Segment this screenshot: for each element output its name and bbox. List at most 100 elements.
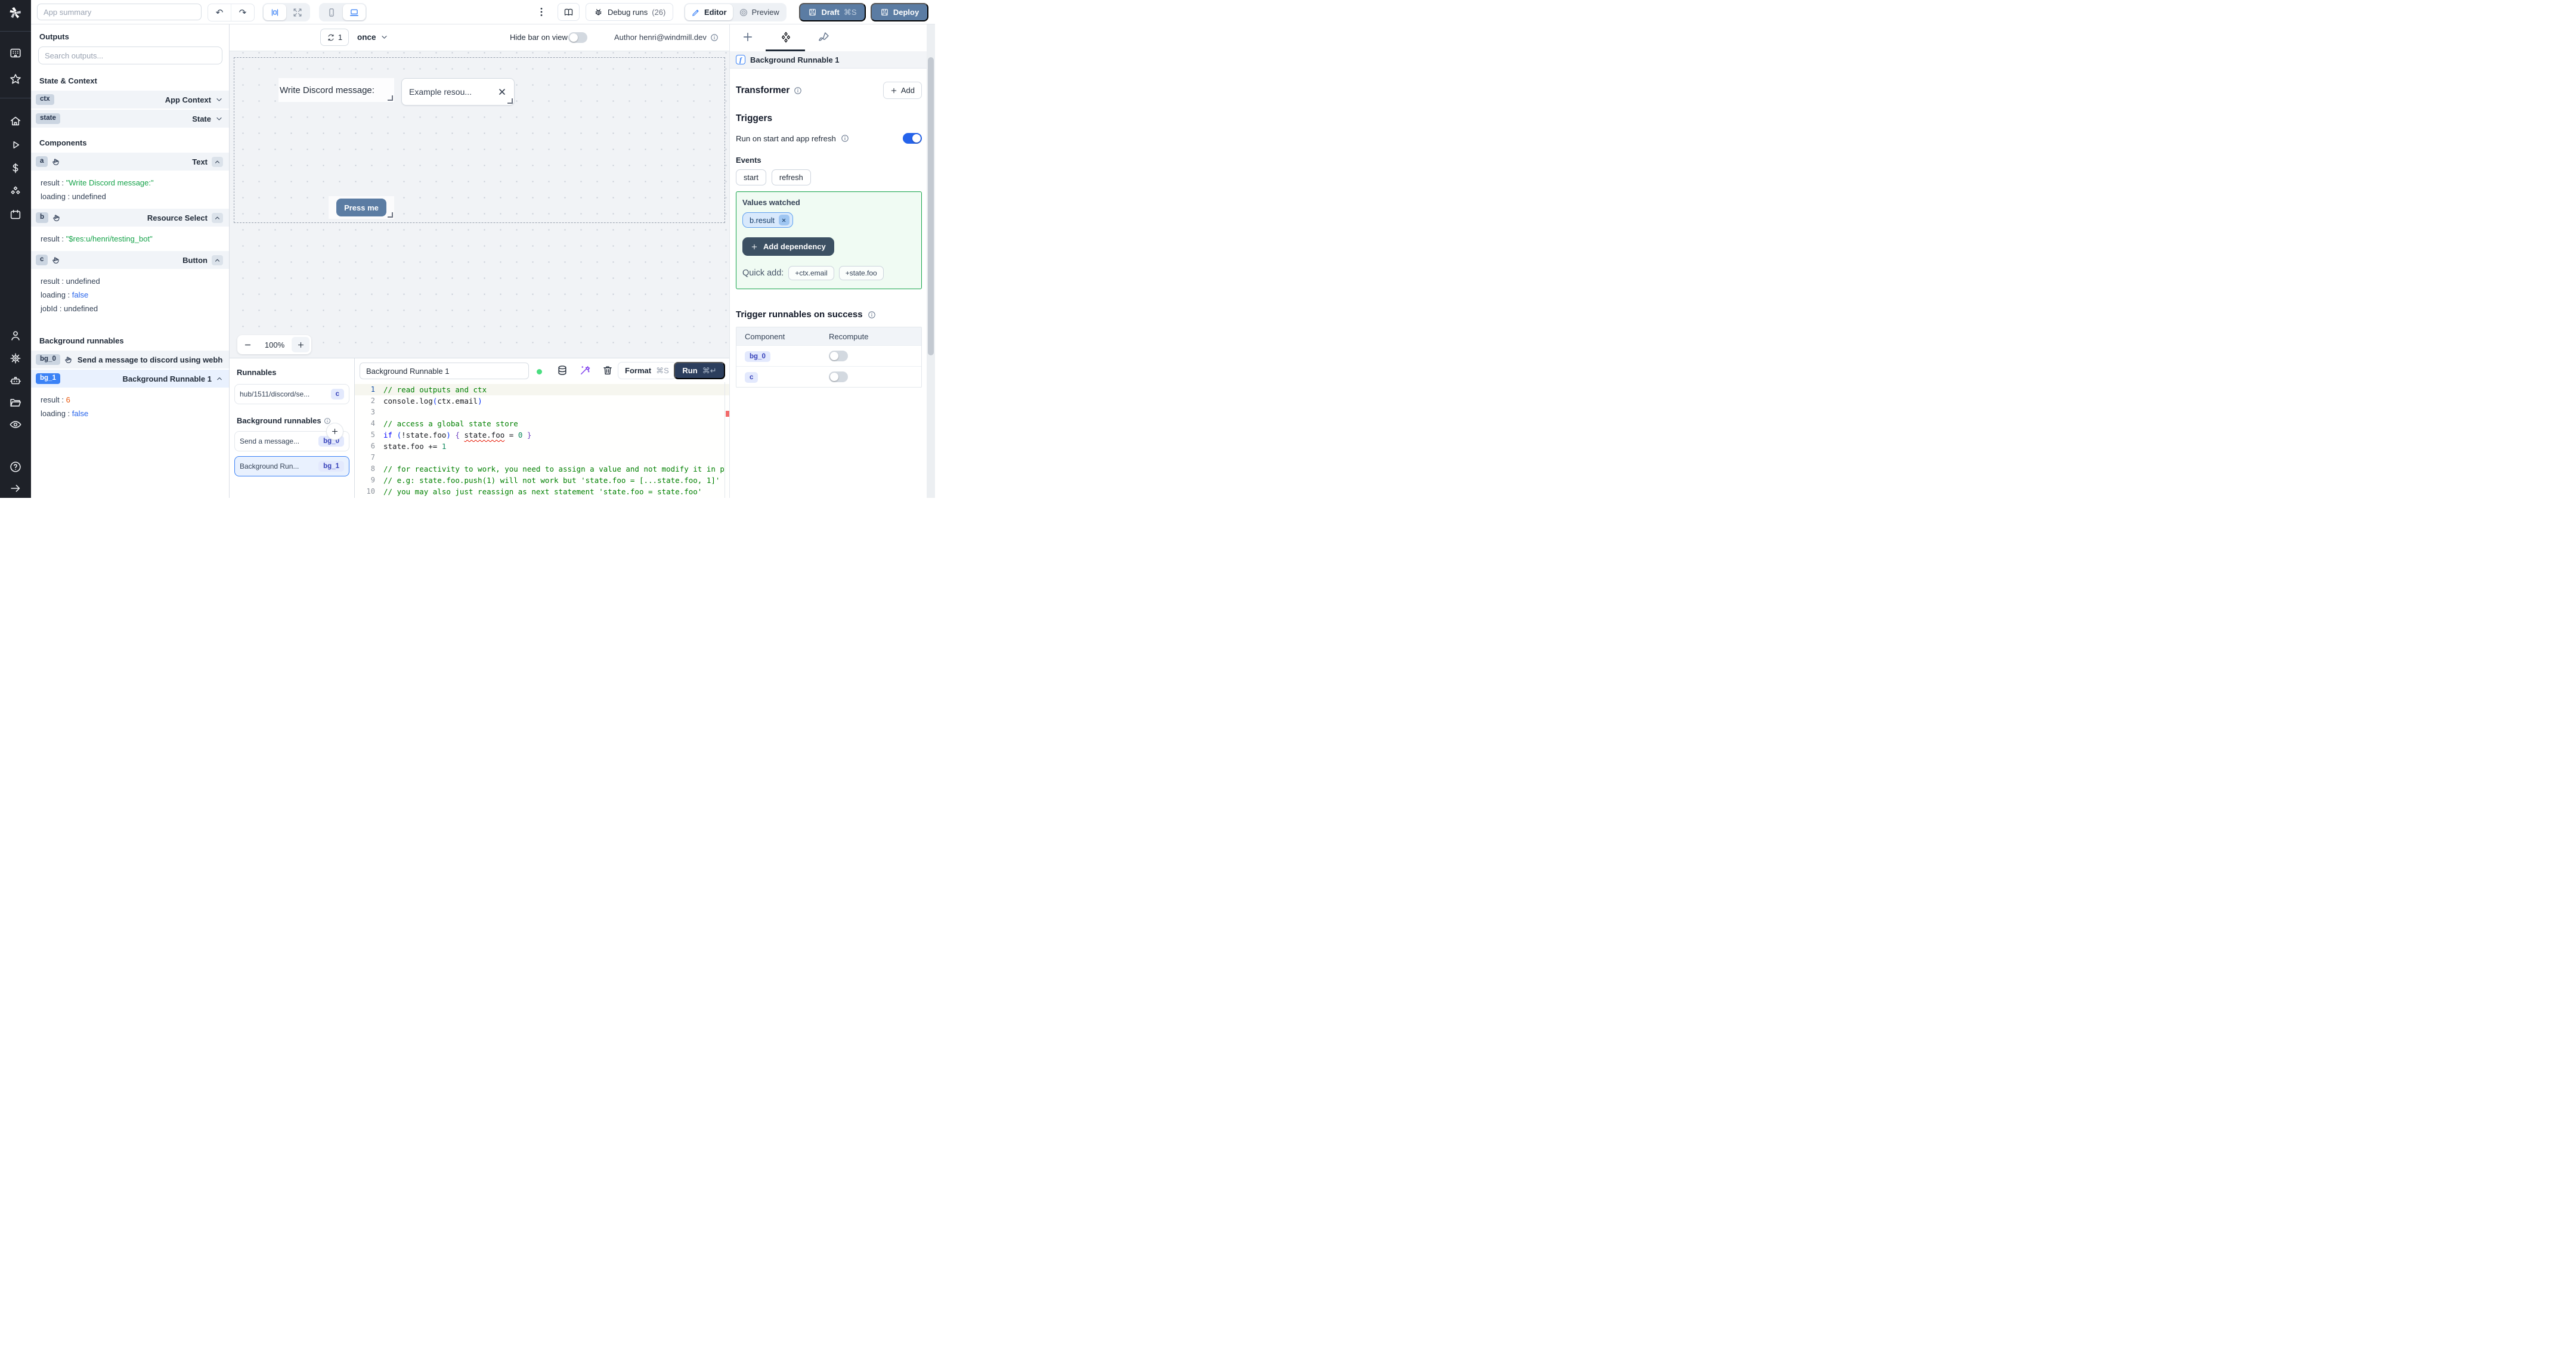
collapse-button[interactable]: [212, 212, 223, 223]
collapse-button[interactable]: [212, 156, 223, 167]
sidebar-item-eye-icon[interactable]: [9, 418, 22, 431]
code-line[interactable]: 6 state.foo += 1: [355, 441, 729, 452]
add-transformer-button[interactable]: Add: [883, 82, 922, 99]
app-canvas[interactable]: Write Discord message: Example resou... …: [230, 51, 729, 358]
refresh-count-button[interactable]: 1: [320, 29, 349, 46]
chevron-up-icon[interactable]: [216, 375, 223, 382]
mobile-view-button[interactable]: [320, 4, 343, 20]
redo-button[interactable]: ↷: [231, 4, 254, 21]
recompute-toggle-bg0[interactable]: [829, 351, 848, 361]
resize-handle[interactable]: [388, 212, 393, 218]
info-icon[interactable]: [841, 134, 849, 143]
draft-button[interactable]: Draft ⌘S: [799, 3, 866, 21]
clear-icon[interactable]: [497, 87, 507, 97]
collapse-button[interactable]: [212, 255, 223, 265]
sidebar-item-folder-icon[interactable]: [9, 396, 22, 409]
sidebar-item-help-icon[interactable]: [9, 460, 22, 473]
sidebar-item-dollar-icon[interactable]: [9, 162, 22, 175]
zoom-out-button[interactable]: [237, 335, 258, 354]
scrollbar-thumb[interactable]: [928, 57, 934, 355]
event-chip-start[interactable]: start: [736, 169, 766, 185]
sidebar-item-user-icon[interactable]: [9, 329, 22, 342]
chevron-down-icon[interactable]: [215, 96, 223, 104]
chevron-down-icon[interactable]: [215, 115, 223, 123]
run-on-start-toggle[interactable]: [903, 133, 922, 144]
watched-value-chip[interactable]: b.result: [742, 212, 793, 228]
code-line[interactable]: 3: [355, 407, 729, 418]
quick-add-state-foo[interactable]: +state.foo: [838, 266, 884, 280]
code-line[interactable]: 1 // read outputs and ctx: [355, 384, 729, 395]
center-layout-button[interactable]: [264, 4, 286, 20]
code-area[interactable]: 1 // read outputs and ctx 2 console.log(ctx…: [355, 382, 729, 498]
app-summary-input[interactable]: [37, 4, 202, 20]
info-icon[interactable]: [868, 311, 876, 319]
code-line[interactable]: 4 // access a global state store: [355, 418, 729, 429]
info-icon[interactable]: [710, 33, 719, 42]
add-background-runnable-button[interactable]: [326, 423, 343, 440]
windmill-logo-icon[interactable]: [8, 5, 23, 21]
delete-icon[interactable]: [602, 364, 614, 376]
tab-settings[interactable]: [780, 31, 792, 43]
runnable-name-input[interactable]: [360, 363, 529, 379]
zoom-in-button[interactable]: [292, 337, 309, 352]
component-row-b[interactable]: b Resource Select: [31, 209, 229, 227]
sidebar-item-cubes-icon[interactable]: [9, 185, 22, 198]
docs-button[interactable]: [558, 3, 580, 21]
resize-handle[interactable]: [388, 95, 393, 101]
ai-wand-icon[interactable]: [579, 364, 591, 376]
cache-icon[interactable]: [556, 364, 568, 376]
press-me-button[interactable]: Press me: [336, 199, 386, 216]
sidebar-item-arrow-right-icon[interactable]: [9, 482, 22, 495]
tab-editor[interactable]: Editor: [685, 4, 733, 20]
sidebar-item-home-icon[interactable]: [9, 114, 22, 128]
info-icon[interactable]: [324, 417, 331, 425]
sidebar-item-robot-icon[interactable]: [9, 374, 22, 387]
component-row-a[interactable]: a Text: [31, 153, 229, 171]
tab-insert-component[interactable]: [742, 31, 754, 43]
desktop-view-button[interactable]: [343, 4, 366, 20]
bg0-row[interactable]: bg_0 Send a message to discord using web…: [31, 351, 229, 368]
table-header: Component Recompute: [736, 327, 921, 345]
component-row-c[interactable]: c Button: [31, 251, 229, 269]
info-icon[interactable]: [794, 86, 802, 95]
deploy-button[interactable]: Deploy: [871, 3, 928, 21]
recompute-toggle-c[interactable]: [829, 371, 848, 382]
function-icon: f: [736, 55, 745, 64]
resource-select-component[interactable]: Example resou...: [401, 78, 515, 106]
resize-handle[interactable]: [507, 98, 513, 104]
fullscreen-button[interactable]: [286, 4, 309, 20]
sidebar-item-star-icon[interactable]: [9, 73, 22, 86]
text-component[interactable]: Write Discord message:: [278, 78, 394, 102]
undo-button[interactable]: ↶: [208, 4, 231, 21]
format-button[interactable]: Format ⌘S: [618, 362, 676, 379]
ctx-row[interactable]: ctx App Context: [31, 91, 229, 109]
state-row[interactable]: state State: [31, 110, 229, 128]
sidebar-item-calendar-icon[interactable]: [9, 208, 22, 221]
code-line[interactable]: 5 if (!state.foo) { state.foo = 0 }: [355, 429, 729, 441]
tab-preview[interactable]: Preview: [733, 4, 785, 20]
code-line[interactable]: 10 // you may also just reassign as next …: [355, 486, 729, 497]
hide-bar-toggle[interactable]: [568, 32, 587, 43]
tab-styling[interactable]: [818, 31, 830, 43]
code-line[interactable]: 7: [355, 452, 729, 463]
runnable-hub-item[interactable]: hub/1511/discord/se... c: [234, 384, 349, 404]
sidebar-item-gear-icon[interactable]: [9, 352, 22, 365]
runnable-item-bg1[interactable]: Background Run... bg_1: [234, 456, 349, 476]
add-dependency-button[interactable]: Add dependency: [742, 237, 834, 256]
remove-dependency-button[interactable]: [778, 215, 789, 225]
code-line[interactable]: 8 // for reactivity to work, you need to …: [355, 463, 729, 475]
bg1-row[interactable]: bg_1 Background Runnable 1: [31, 370, 229, 388]
scrollbar-track[interactable]: [927, 24, 935, 498]
run-button[interactable]: Run ⌘↵: [674, 362, 725, 379]
frequency-dropdown[interactable]: once: [357, 29, 388, 46]
debug-runs-button[interactable]: Debug runs (26): [586, 3, 674, 21]
quick-add-ctx-email[interactable]: +ctx.email: [788, 266, 834, 280]
sidebar-item-play-icon[interactable]: [9, 138, 22, 151]
more-menu-button[interactable]: [535, 5, 548, 18]
search-outputs-input[interactable]: [38, 47, 222, 64]
event-chip-refresh[interactable]: refresh: [771, 169, 811, 185]
sidebar-item-keypad-icon[interactable]: [9, 47, 22, 60]
code-line[interactable]: 2 console.log(ctx.email): [355, 395, 729, 407]
transformer-title: Transformer: [736, 85, 790, 95]
code-line[interactable]: 9 // e.g: state.foo.push(1) will not work…: [355, 475, 729, 486]
